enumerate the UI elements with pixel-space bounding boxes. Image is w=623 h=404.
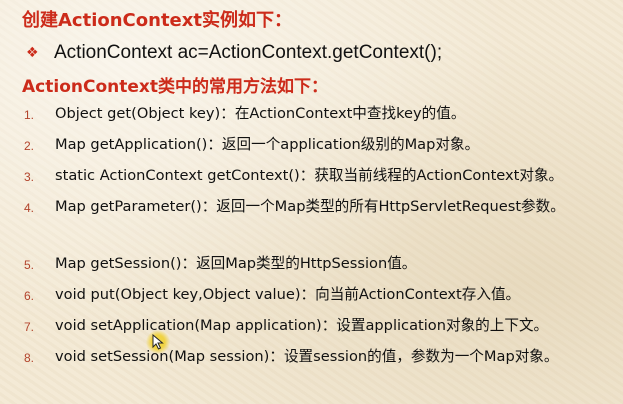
slide: 创建ActionContext实例如下： ❖ ActionContext ac=… — [0, 0, 623, 404]
item-number: 7. — [24, 320, 35, 334]
item-number: 2. — [24, 139, 35, 153]
item-number: 4. — [24, 201, 35, 215]
item-number: 3. — [24, 170, 35, 184]
pointer-arrow-icon — [152, 334, 164, 350]
diamond-bullet-icon: ❖ — [26, 45, 39, 61]
item-number: 8. — [24, 351, 35, 365]
item-text: Object get(Object key)：在ActionContext中查找… — [55, 105, 466, 122]
item-number: 6. — [24, 289, 35, 303]
item-number: 1. — [24, 108, 35, 122]
mouse-cursor-icon — [146, 330, 170, 354]
item-text: Map getApplication()：返回一个application级别的M… — [55, 136, 480, 153]
code-bullet: ❖ ActionContext ac=ActionContext.getCont… — [26, 42, 442, 64]
methods-heading: ActionContext类中的常用方法如下： — [22, 77, 328, 97]
item-text: void put(Object key,Object value)：向当前Act… — [55, 286, 521, 303]
slide-title: 创建ActionContext实例如下： — [22, 10, 292, 31]
item-text: static ActionContext getContext()：获取当前线程… — [55, 167, 564, 184]
item-text: Map getParameter()：返回一个Map类型的所有HttpServl… — [55, 198, 565, 215]
item-text: Map getSession()：返回Map类型的HttpSession值。 — [55, 255, 417, 272]
item-text: void setSession(Map session)：设置session的值… — [55, 348, 559, 365]
code-line: ActionContext ac=ActionContext.getContex… — [54, 42, 443, 63]
item-text: void setApplication(Map application)：设置a… — [55, 317, 549, 334]
item-number: 5. — [24, 258, 35, 272]
